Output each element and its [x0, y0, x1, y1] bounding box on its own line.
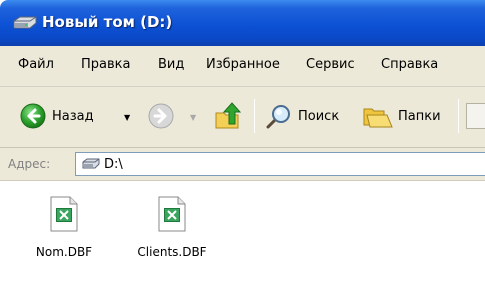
drive-icon [82, 158, 100, 169]
address-value: D:\ [104, 157, 123, 172]
menu-tools[interactable]: Сервис [306, 57, 355, 72]
back-dropdown-icon[interactable]: ▼ [124, 113, 130, 122]
menu-file[interactable]: Файл [18, 57, 54, 72]
toolbar: Назад ▼ ▼ Поиск Папки [0, 87, 485, 148]
menu-view[interactable]: Вид [158, 57, 184, 72]
up-folder-button[interactable] [213, 101, 243, 131]
back-label: Назад [52, 108, 94, 124]
file-list: Nom.DBF Clients.DBF [0, 181, 485, 287]
toolbar-separator [458, 99, 459, 133]
folders-icon [363, 108, 393, 128]
window-title: Новый том (D:) [42, 13, 173, 31]
folders-label: Папки [398, 108, 441, 124]
drive-icon [13, 16, 37, 29]
search-icon [266, 105, 290, 129]
file-name: Clients.DBF [137, 245, 207, 259]
search-label: Поиск [298, 108, 340, 124]
excel-file-icon [158, 196, 186, 232]
back-arrow-icon [20, 103, 46, 129]
forward-dropdown-icon[interactable]: ▼ [190, 113, 196, 122]
back-button[interactable]: Назад [20, 103, 94, 129]
up-folder-icon [215, 102, 242, 129]
address-label: Адрес: [8, 157, 51, 171]
menu-favorites[interactable]: Избранное [206, 57, 280, 72]
folders-button[interactable]: Папки [362, 103, 441, 129]
menu-bar: Файл Правка Вид Избранное Сервис Справка [0, 46, 485, 87]
menu-help[interactable]: Справка [381, 57, 438, 72]
toolbar-separator [254, 99, 255, 133]
search-button[interactable]: Поиск [266, 103, 339, 129]
title-bar[interactable]: Новый том (D:) [0, 0, 485, 46]
address-input[interactable]: D:\ [75, 152, 485, 176]
excel-file-icon [50, 196, 78, 232]
file-name: Nom.DBF [35, 245, 93, 259]
forward-button[interactable] [148, 103, 174, 129]
forward-arrow-icon [148, 103, 174, 129]
views-button[interactable] [466, 103, 485, 129]
file-item[interactable]: Clients.DBF [127, 196, 217, 259]
file-item[interactable]: Nom.DBF [19, 196, 109, 259]
menu-edit[interactable]: Правка [81, 57, 130, 72]
address-bar: Адрес: D:\ [0, 148, 485, 181]
